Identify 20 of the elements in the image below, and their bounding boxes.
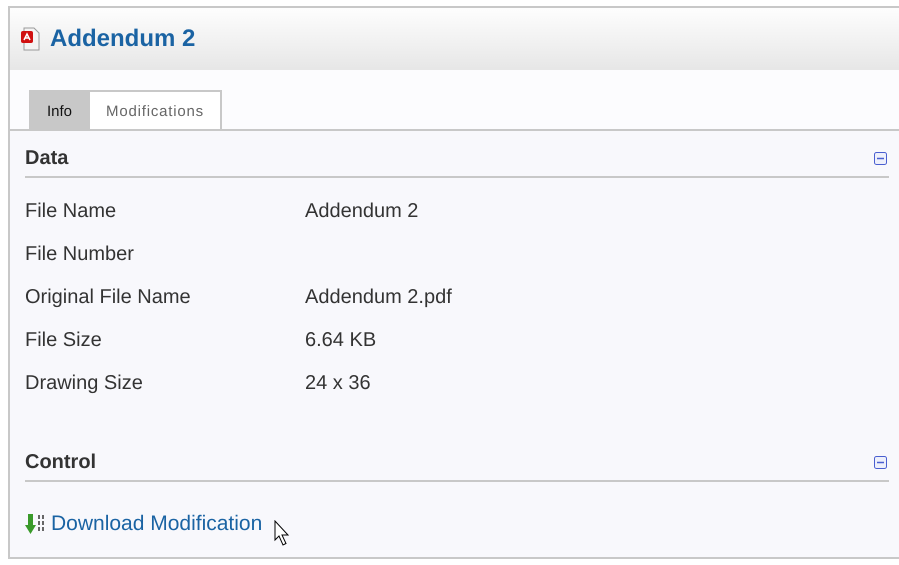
tab[interactable]: Modifications — [88, 90, 222, 129]
pdf-file-icon — [20, 27, 40, 51]
collapse-icon[interactable] — [874, 456, 887, 469]
download-link[interactable]: Download Modification — [51, 512, 262, 536]
section-heading: Control — [25, 451, 96, 474]
field-value: 24 x 36 — [305, 372, 371, 395]
field-value: Addendum 2 — [305, 200, 418, 223]
download-icon — [25, 512, 47, 536]
tab[interactable]: Info — [29, 90, 90, 129]
field-label: Original File Name — [25, 286, 192, 309]
field-value: 6.64 KB — [305, 329, 376, 352]
collapse-icon[interactable] — [874, 152, 887, 165]
field-label: File Name — [25, 200, 118, 223]
field-value: Addendum 2.pdf — [305, 286, 452, 309]
field-label: File Size — [25, 329, 103, 352]
mouse-cursor-icon — [274, 520, 290, 546]
section-heading: Data — [25, 147, 68, 170]
field-label: File Number — [25, 243, 135, 266]
field-label: Drawing Size — [25, 372, 144, 395]
window-title: Addendum 2 — [50, 25, 196, 53]
